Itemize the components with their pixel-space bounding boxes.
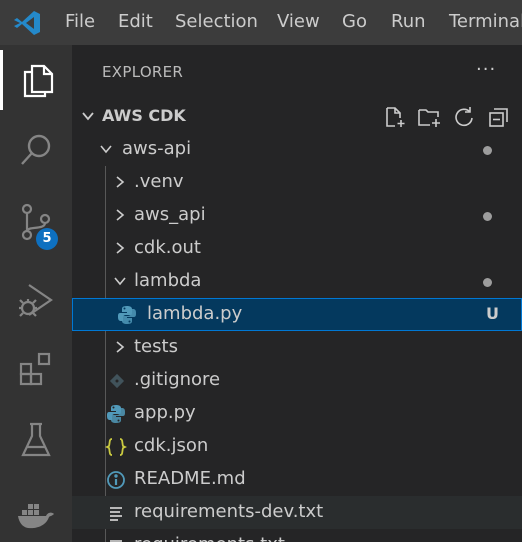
git-status-badge: U xyxy=(486,304,499,323)
menu-selection[interactable]: Selection xyxy=(175,10,258,34)
chevron-right-icon xyxy=(116,209,125,221)
new-file-icon[interactable] xyxy=(382,104,408,130)
chevron-down-icon xyxy=(114,277,126,286)
tree-item-tests[interactable]: tests xyxy=(72,331,522,364)
tree-item-cdk-json[interactable]: cdk.json xyxy=(72,430,522,463)
tree-item-label: cdk.json xyxy=(134,435,209,456)
tree-item-label: lambda xyxy=(134,270,202,291)
chevron-right-icon xyxy=(116,176,125,188)
tree-item-readme[interactable]: README.md xyxy=(72,463,522,496)
python-icon xyxy=(116,304,138,326)
menu-file[interactable]: File xyxy=(65,10,95,34)
chevron-right-icon xyxy=(116,341,125,353)
workspace-title: AWS CDK xyxy=(102,106,186,125)
tree-item-lambda[interactable]: lambda xyxy=(72,265,522,298)
tree-item-label: requirements-dev.txt xyxy=(134,501,324,522)
text-file-icon xyxy=(105,502,127,524)
info-icon xyxy=(105,469,127,491)
tree-item-app-py[interactable]: app.py xyxy=(72,397,522,430)
explorer-icon[interactable] xyxy=(0,50,72,110)
search-icon[interactable] xyxy=(0,120,72,180)
tree-item-requirements-dev[interactable]: requirements-dev.txt xyxy=(72,496,522,529)
title-bar: File Edit Selection View Go Run Terminal xyxy=(0,0,522,45)
tree-item-label: aws_api xyxy=(134,204,206,225)
tree-item-cdk-out[interactable]: cdk.out xyxy=(72,232,522,265)
tree-item-label: tests xyxy=(134,336,178,357)
tree-item-requirements[interactable]: requirements.txt xyxy=(72,529,522,542)
json-icon xyxy=(105,436,127,458)
modified-dot xyxy=(483,146,492,155)
tree-item-label: cdk.out xyxy=(134,237,201,258)
modified-dot xyxy=(483,212,492,221)
testing-icon[interactable] xyxy=(0,410,72,470)
menu-view[interactable]: View xyxy=(277,10,320,34)
menu-go[interactable]: Go xyxy=(342,10,367,34)
refresh-icon[interactable] xyxy=(451,104,477,130)
git-icon xyxy=(106,370,128,392)
vscode-logo-icon xyxy=(14,11,40,35)
modified-dot xyxy=(483,278,492,287)
text-file-icon xyxy=(105,535,127,542)
menu-run[interactable]: Run xyxy=(391,10,426,34)
tree-item-label: requirements.txt xyxy=(134,533,285,542)
new-folder-icon[interactable] xyxy=(416,104,442,130)
menu-terminal[interactable]: Terminal xyxy=(449,10,522,34)
extensions-icon[interactable] xyxy=(0,339,72,399)
tree-item-label: README.md xyxy=(134,468,246,489)
tree-item-label: lambda.py xyxy=(147,303,243,324)
source-control-badge: 5 xyxy=(36,228,58,250)
collapse-all-icon[interactable] xyxy=(486,104,512,130)
menu-edit[interactable]: Edit xyxy=(118,10,153,34)
tree-item-gitignore[interactable]: .gitignore xyxy=(72,364,522,397)
tree-item-lambda-py[interactable]: lambda.py U xyxy=(72,298,522,331)
section-actions xyxy=(382,104,522,130)
tree-item-aws-api[interactable]: aws-api xyxy=(72,133,522,166)
chevron-right-icon xyxy=(116,242,125,254)
python-icon xyxy=(105,403,127,425)
chevron-down-icon xyxy=(100,145,112,154)
activity-bar: 5 xyxy=(0,45,72,542)
explorer-title: EXPLORER xyxy=(102,63,184,81)
tree-item-label: app.py xyxy=(134,402,196,423)
tree-item-label: aws-api xyxy=(122,138,192,159)
tree-item-aws-api-pkg[interactable]: aws_api xyxy=(72,199,522,232)
run-debug-icon[interactable] xyxy=(0,270,72,330)
more-actions-icon[interactable]: ··· xyxy=(476,59,496,80)
explorer-sidebar: EXPLORER ··· AWS CDK aws-api .venv aws_a… xyxy=(72,45,522,542)
tree-item-label: .gitignore xyxy=(134,369,221,390)
chevron-down-icon xyxy=(82,112,94,121)
docker-icon[interactable] xyxy=(0,485,72,542)
tree-item-venv[interactable]: .venv xyxy=(72,166,522,199)
tree-item-label: .venv xyxy=(134,171,184,192)
workspace-section-header[interactable]: AWS CDK xyxy=(72,100,522,133)
